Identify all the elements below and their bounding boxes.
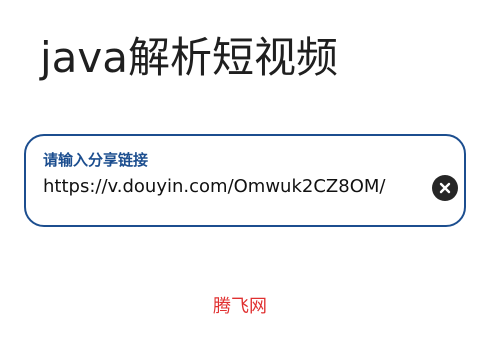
footer-brand-text: 腾飞网 bbox=[213, 296, 267, 317]
url-input-field[interactable]: 请输入分享链接 https://v.douyin.com/Omwuk2CZ8OM… bbox=[24, 134, 466, 227]
url-input-value[interactable]: https://v.douyin.com/Omwuk2CZ8OM/ bbox=[43, 175, 433, 199]
clear-input-button[interactable] bbox=[432, 175, 458, 201]
url-input-label: 请输入分享链接 bbox=[43, 151, 149, 169]
close-icon bbox=[439, 182, 451, 194]
page-title: java解析短视频 bbox=[40, 33, 338, 82]
